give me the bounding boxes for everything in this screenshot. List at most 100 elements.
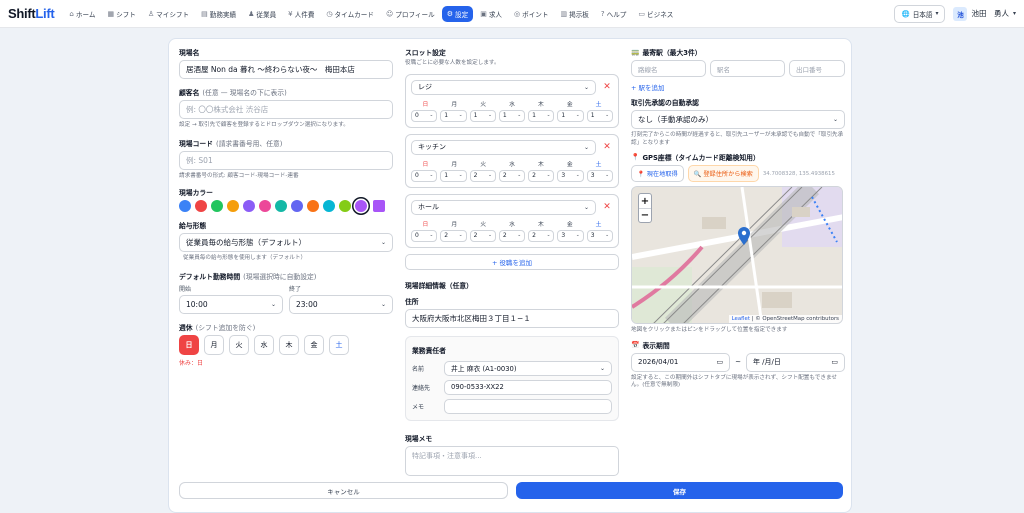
start-time-select[interactable]: 10:00 ⌄ <box>179 294 283 314</box>
nav-item[interactable]: ☺ プロフィール <box>381 6 440 22</box>
end-date-input[interactable]: 年 /月/日 ▭ <box>745 352 845 372</box>
slot-count-select[interactable]: 1 ⌄ <box>557 109 584 122</box>
color-swatch[interactable] <box>339 200 351 213</box>
address-input[interactable]: 大阪府大阪市北区梅田３丁目１−１ <box>405 308 619 328</box>
chevron-down-icon: ⌄ <box>517 233 522 239</box>
zoom-in-button[interactable]: + <box>639 194 651 208</box>
nav-item[interactable]: ▥ 掲示板 <box>555 6 593 22</box>
slot-count-select[interactable]: 1 ⌄ <box>469 109 496 122</box>
slot-count-select[interactable]: 1 ⌄ <box>498 109 526 122</box>
color-swatch[interactable] <box>355 200 367 213</box>
day-toggle[interactable]: 火 <box>229 334 249 355</box>
manager-contact-input[interactable]: 090-0533-XX22 <box>444 379 612 395</box>
nav-item[interactable]: ▭ ビジネス <box>633 6 678 22</box>
color-swatch[interactable] <box>179 200 191 213</box>
current-location-button[interactable]: 📍 現在地取得 <box>631 165 684 183</box>
day-toggle[interactable]: 木 <box>279 334 299 355</box>
slot-count-select[interactable]: 1 ⌄ <box>440 109 467 122</box>
remove-slot-icon[interactable]: ✕ <box>601 142 613 152</box>
language-select[interactable]: 🌐 日本語 ▾ <box>894 4 946 23</box>
nav-item[interactable]: ♙ マイシフト <box>143 6 194 22</box>
slot-count-select[interactable]: 3 ⌄ <box>557 169 584 182</box>
nav-item[interactable]: ⌂ ホーム <box>64 6 100 22</box>
day-toggle[interactable]: 金 <box>304 334 324 355</box>
station-input[interactable]: 駅名 <box>710 60 786 77</box>
chevron-down-icon: ⌄ <box>488 113 492 119</box>
slot-count-select[interactable]: 2 ⌄ <box>440 229 467 242</box>
end-time-select[interactable]: 23:00 ⌄ <box>289 294 393 314</box>
zoom-out-button[interactable]: − <box>639 208 651 222</box>
add-station-link[interactable]: + 駅を追加 <box>631 82 845 92</box>
color-swatch[interactable] <box>307 200 319 213</box>
color-swatch[interactable] <box>291 200 303 213</box>
client-input[interactable]: 例: 〇〇株式会社 渋谷店 <box>179 100 393 119</box>
location-map[interactable]: + − Leaflet | © OpenStreetMap contributo… <box>631 186 843 325</box>
nav-item[interactable]: ◎ ポイント <box>509 6 553 22</box>
slot-count-select[interactable]: 2 ⌄ <box>528 229 555 242</box>
app-logo[interactable]: ShiftLift <box>8 6 55 21</box>
day-toggle[interactable]: 土 <box>329 334 349 355</box>
custom-color-picker[interactable] <box>373 200 385 213</box>
color-swatch[interactable] <box>227 200 239 213</box>
slot-count-select[interactable]: 1 ⌄ <box>586 109 613 122</box>
save-button[interactable]: 保存 <box>516 482 843 499</box>
slot-count-select[interactable]: 2 ⌄ <box>469 169 496 182</box>
pay-type-select[interactable]: 従業員毎の給与形態（デフォルト） ⌄ <box>179 233 393 253</box>
slot-count-select[interactable]: 0 ⌄ <box>411 229 438 242</box>
nav-item[interactable]: ♟ 従業員 <box>243 6 281 22</box>
color-swatch[interactable] <box>323 200 335 213</box>
leaflet-link[interactable]: Leaflet <box>732 316 750 322</box>
slot-count-select[interactable]: 3 ⌄ <box>557 229 584 242</box>
nav-item[interactable]: ? ヘルプ <box>596 6 632 22</box>
site-memo-textarea[interactable]: 特記事項・注意事項... <box>405 445 619 476</box>
slots-column: スロット設定 役職ごとに必要な人数を設定します。 レジ ⌄ ✕ 日月火水木金土 0… <box>405 47 619 476</box>
slot-count-select[interactable]: 2 ⌄ <box>469 229 496 242</box>
add-role-button[interactable]: + 役職を追加 <box>405 253 619 270</box>
role-select[interactable]: レジ ⌄ <box>411 79 596 95</box>
nav-item[interactable]: ▤ 勤務実績 <box>196 6 241 22</box>
manager-memo-input[interactable] <box>444 398 612 414</box>
slot-count-select[interactable]: 2 ⌄ <box>498 169 526 182</box>
calendar-icon: ▭ <box>716 358 724 367</box>
manager-name-select[interactable]: 井上 麻衣 (A1-0030) ⌄ <box>444 360 612 376</box>
remove-slot-icon[interactable]: ✕ <box>601 202 613 212</box>
nav-item[interactable]: ⚙ 設定 <box>441 5 474 22</box>
slot-count-select[interactable]: 3 ⌄ <box>586 169 613 182</box>
color-swatch[interactable] <box>259 200 271 213</box>
search-address-button[interactable]: 🔍 登録住所から検索 <box>687 165 759 183</box>
color-swatch[interactable] <box>211 200 223 213</box>
color-swatch[interactable] <box>195 200 207 213</box>
day-toggle[interactable]: 月 <box>204 334 224 355</box>
day-toggle[interactable]: 水 <box>254 334 274 355</box>
slot-count-select[interactable]: 2 ⌄ <box>528 169 555 182</box>
nav-item[interactable]: ▣ 求人 <box>475 6 507 22</box>
approval-select[interactable]: なし（手動承認のみ） ⌄ <box>631 110 845 129</box>
slot-count-select[interactable]: 0 ⌄ <box>411 109 438 122</box>
nav-icon: ▦ <box>107 9 115 18</box>
role-select[interactable]: ホール ⌄ <box>411 199 596 215</box>
user-menu[interactable]: 池池田 勇人 ▾ <box>953 6 1016 21</box>
color-swatch[interactable] <box>275 200 287 213</box>
day-toggle[interactable]: 日 <box>179 334 199 355</box>
slot-count-select[interactable]: 1 ⌄ <box>528 109 555 122</box>
slot-count-select[interactable]: 1 ⌄ <box>440 169 467 182</box>
role-value: キッチン <box>418 143 446 152</box>
access-column: 🚃 最寄駅（最大3件） 路線名 駅名 出口番号 + 駅を追加 取引先承認の自動承認… <box>631 47 845 390</box>
slot-count-select[interactable]: 2 ⌄ <box>498 229 526 242</box>
code-input[interactable]: 例: S01 <box>179 150 393 170</box>
role-select[interactable]: キッチン ⌄ <box>411 139 596 155</box>
slot-count-value: 3 <box>561 172 566 180</box>
nav-item[interactable]: ¥ 人件費 <box>283 6 319 22</box>
exit-input[interactable]: 出口番号 <box>789 60 845 77</box>
nav-item[interactable]: ▦ シフト <box>102 6 140 22</box>
color-swatch[interactable] <box>243 200 255 213</box>
slot-count-select[interactable]: 3 ⌄ <box>586 229 613 242</box>
slot-count-select[interactable]: 0 ⌄ <box>411 169 438 182</box>
cancel-button[interactable]: キャンセル <box>179 482 508 499</box>
remove-slot-icon[interactable]: ✕ <box>601 82 613 92</box>
nav-item[interactable]: ◷ タイムカード <box>321 6 379 22</box>
site-name-input[interactable]: 居酒屋 Non da 暮れ 〜終わらない夜〜 梅田本店 <box>179 60 393 79</box>
route-input[interactable]: 路線名 <box>631 60 707 77</box>
start-date-input[interactable]: 2026/04/01 ▭ <box>631 352 731 372</box>
language-label: 日本語 <box>912 10 933 19</box>
